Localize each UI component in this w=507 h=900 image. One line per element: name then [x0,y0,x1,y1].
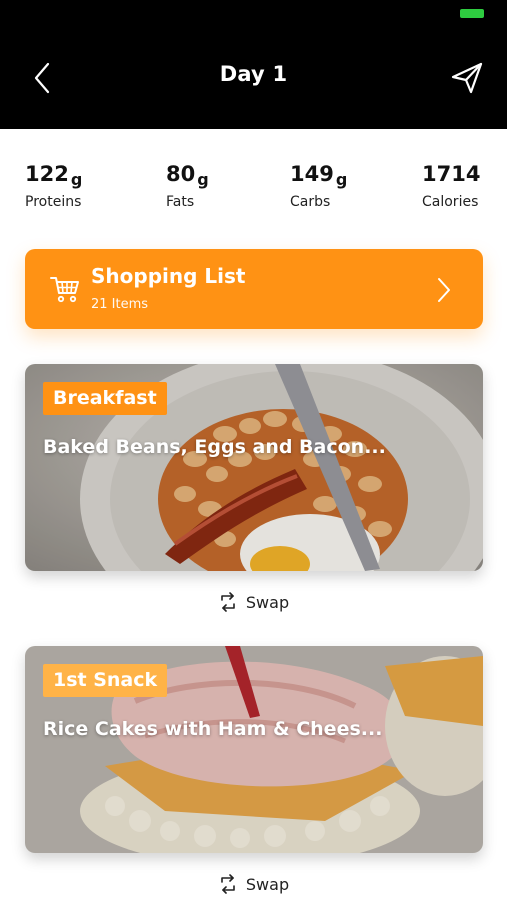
macro-value: 1714 [422,162,481,186]
macro-unit: g [335,170,348,189]
macro-label: Proteins [25,194,82,210]
meal-tag: 1st Snack [43,664,168,697]
macro-calories: 1714 Calories [422,160,482,210]
macro-carbs: 149 g Carbs [290,160,347,210]
meal-card-1st-snack[interactable]: 1st Snack Rice Cakes with Ham & Chees... [25,646,483,853]
swap-label: Swap [245,592,290,612]
battery-icon [460,9,484,18]
macro-label: Fats [166,194,195,210]
swap-button-breakfast[interactable]: Swap [0,592,507,616]
macro-unit: g [70,170,83,189]
shopping-cart-icon [50,277,79,303]
macro-fats: 80 g Fats [166,160,209,210]
meal-card-breakfast[interactable]: Breakfast Baked Beans, Eggs and Bacon... [25,364,483,571]
chevron-right-icon [438,278,450,302]
top-bar: Day 1 [0,0,507,129]
macro-label: Carbs [290,194,331,210]
macro-proteins: 122 g Proteins [25,160,82,210]
paper-plane-icon [451,62,483,94]
share-button[interactable] [449,60,485,96]
macro-label: Calories [422,194,479,210]
page-title: Day 1 [219,62,288,86]
macro-value: 80 [166,162,196,186]
meal-name: Baked Beans, Eggs and Bacon... [43,436,386,458]
swap-icon [221,592,235,612]
swap-button-1st-snack[interactable]: Swap [0,874,507,898]
macro-unit: g [197,170,209,189]
shopping-list-button[interactable]: Shopping List 21 Items [25,249,483,329]
swap-icon [221,874,235,894]
macros-summary: 122 g Proteins 80 g Fats 149 g Carbs 1714 C… [0,160,507,220]
meal-tag: Breakfast [43,382,167,415]
macro-value: 122 [25,162,69,186]
shopping-list-title: Shopping List [91,264,246,288]
macro-value: 149 [290,162,334,186]
meal-name: Rice Cakes with Ham & Chees... [43,718,383,740]
shopping-list-count: 21 Items [91,297,149,312]
swap-label: Swap [245,874,290,894]
